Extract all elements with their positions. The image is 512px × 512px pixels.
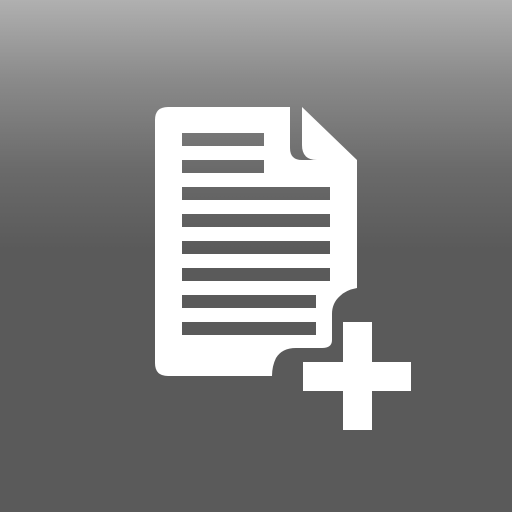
- app-icon-tile[interactable]: [0, 0, 512, 512]
- folded-corner: [302, 107, 357, 160]
- new-document-icon: [155, 107, 411, 430]
- document-page: [155, 107, 357, 376]
